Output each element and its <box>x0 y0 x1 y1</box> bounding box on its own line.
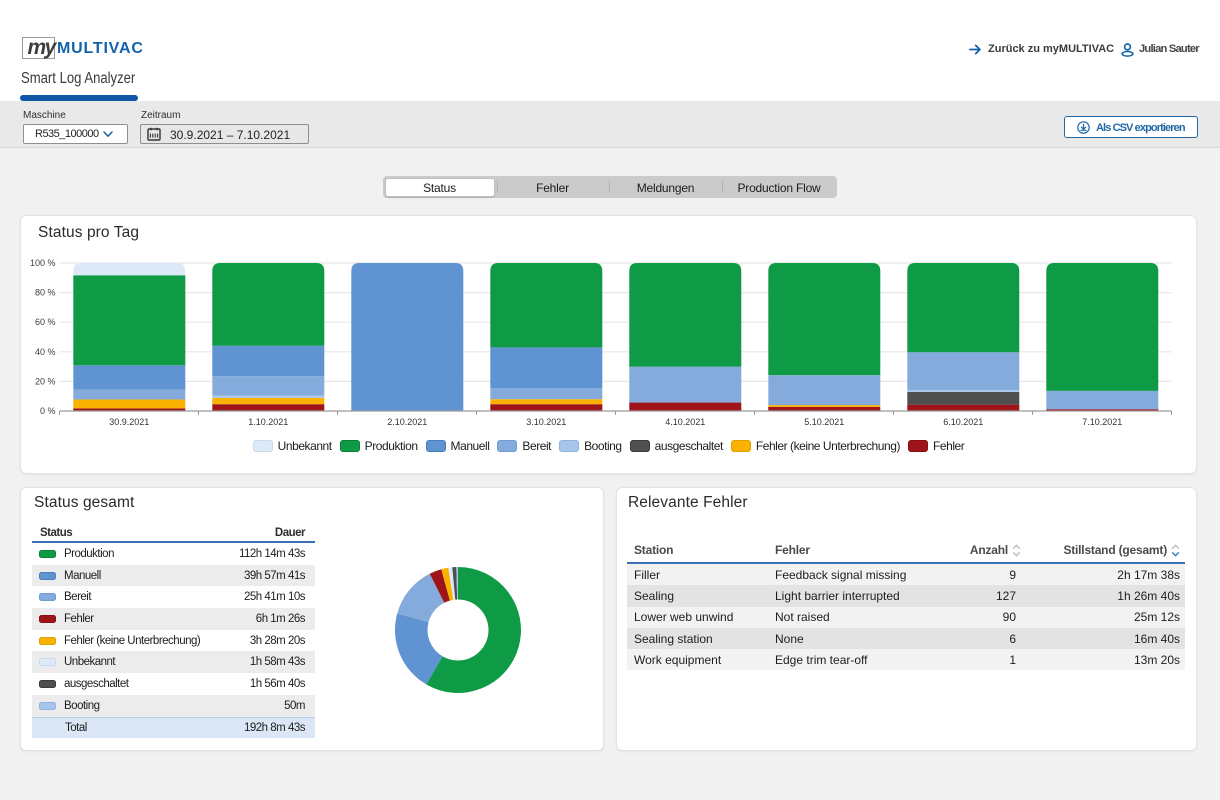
svg-text:6.10.2021: 6.10.2021 <box>943 417 983 427</box>
svg-text:100 %: 100 % <box>30 258 56 268</box>
svg-text:5.10.2021: 5.10.2021 <box>804 417 844 427</box>
svg-text:4.10.2021: 4.10.2021 <box>665 417 705 427</box>
svg-text:20 %: 20 % <box>35 376 56 386</box>
svg-text:2.10.2021: 2.10.2021 <box>387 417 427 427</box>
svg-text:40 %: 40 % <box>35 347 56 357</box>
svg-text:60 %: 60 % <box>35 317 56 327</box>
svg-text:0 %: 0 % <box>40 406 56 416</box>
svg-text:3.10.2021: 3.10.2021 <box>526 417 566 427</box>
svg-text:80 %: 80 % <box>35 288 56 298</box>
svg-text:1.10.2021: 1.10.2021 <box>248 417 288 427</box>
svg-text:30.9.2021: 30.9.2021 <box>109 417 149 427</box>
svg-text:7.10.2021: 7.10.2021 <box>1082 417 1122 427</box>
